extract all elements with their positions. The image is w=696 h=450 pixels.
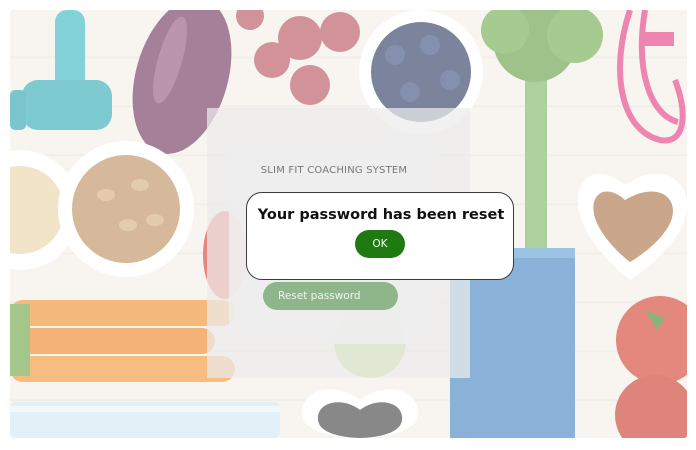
app-title: SLIM FIT COACHING SYSTEM <box>260 165 408 176</box>
ok-button[interactable]: OK <box>355 230 405 258</box>
password-reset-dialog: Your password has been reset OK <box>246 192 514 280</box>
reset-password-button[interactable]: Reset password <box>263 282 398 310</box>
dialog-message: Your password has been reset <box>257 207 505 223</box>
